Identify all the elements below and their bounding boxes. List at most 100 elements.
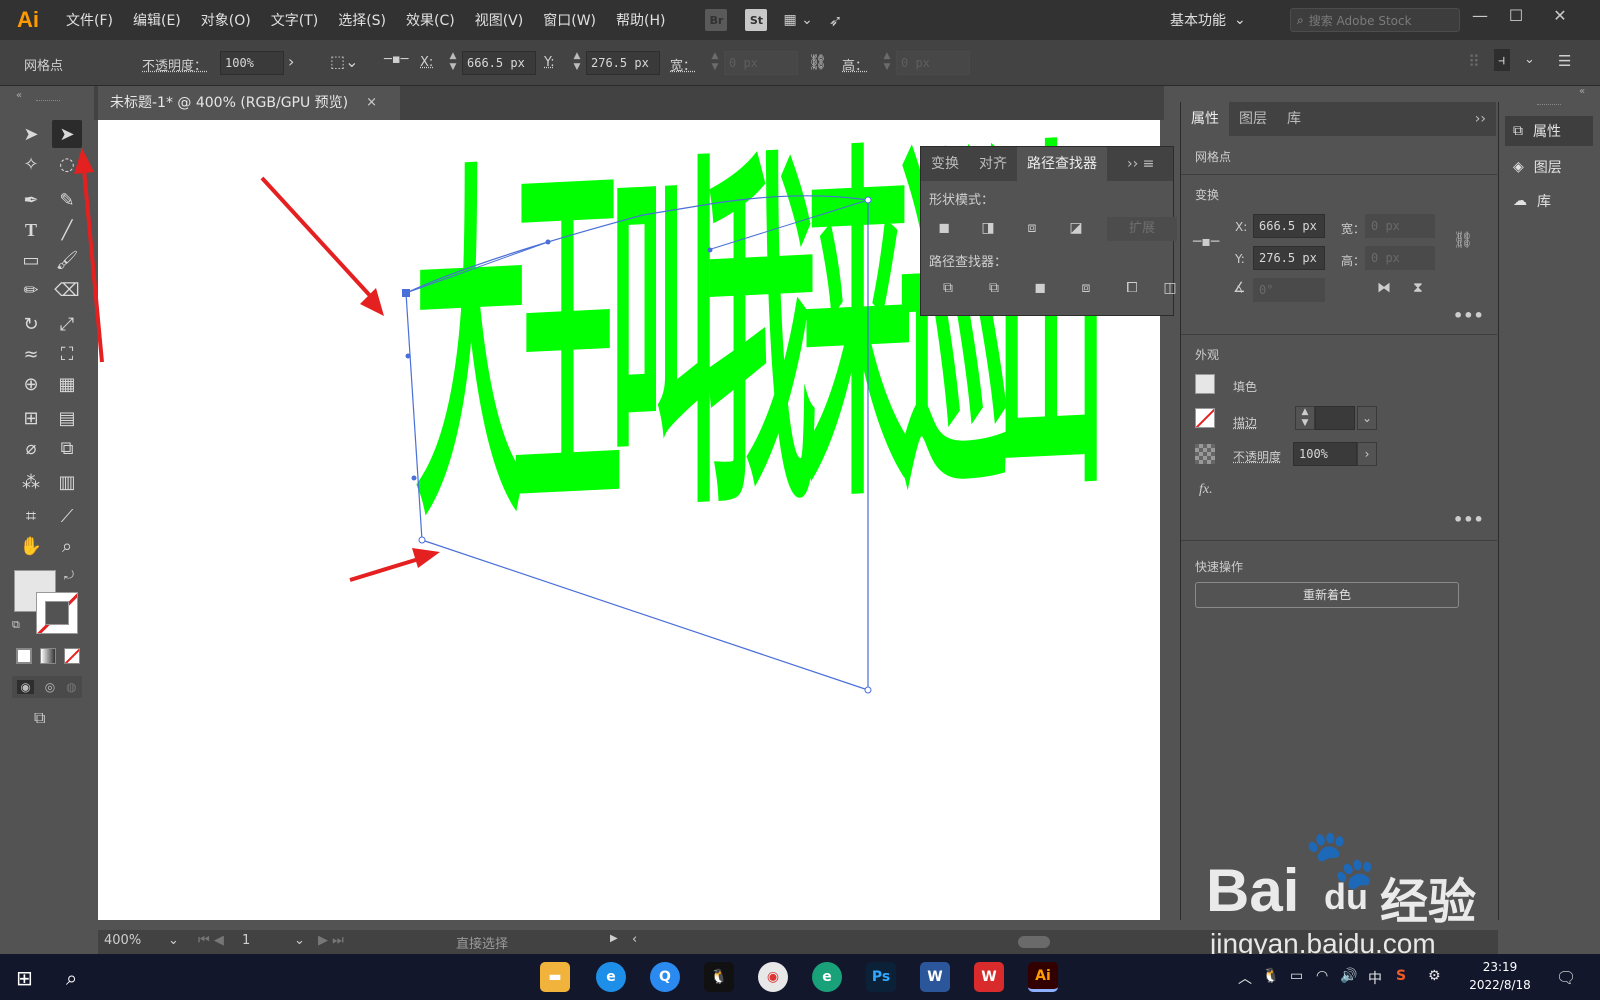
stock-icon[interactable]: St [745,9,768,31]
artboard-tool-icon[interactable]: ⌗ [16,502,46,530]
x-stepper[interactable]: ▲ ▼ [446,51,460,75]
panel-menu-icon[interactable]: ☰ [1558,52,1571,70]
perspective-grid-tool-icon[interactable]: ▦ [52,370,82,398]
pen-tool-icon[interactable]: ✒ [16,186,46,214]
sogou-ime-icon[interactable]: S [1396,968,1406,984]
angle-field[interactable]: 0° [1253,278,1325,302]
qq-tray-icon[interactable]: 🐧 [1262,968,1279,984]
grid-icon[interactable]: ⠿ [1468,52,1480,71]
selected-mesh-point[interactable] [402,289,410,297]
artboard-number[interactable]: 1 [242,933,250,948]
blend-tool-icon[interactable]: ⧉ [52,434,82,462]
tab-properties[interactable]: 属性 [1181,102,1229,136]
align-anchor-icon[interactable]: ─▪─ [384,52,408,67]
bridge-icon[interactable]: Br [705,9,728,31]
intersect-icon[interactable]: ⧈ [1021,217,1043,239]
none-mode-icon[interactable] [64,648,80,664]
magic-wand-icon[interactable]: ✧ [16,150,46,178]
fx-icon[interactable]: fx. [1199,482,1213,498]
height-stepper[interactable]: ▲ ▼ [880,51,894,75]
menu-file[interactable]: 文件(F) [56,10,123,30]
height-field[interactable]: 0 px [1365,246,1435,270]
opacity-label[interactable]: 不透明度 [1233,448,1281,465]
outline-icon[interactable]: ⧠ [1121,277,1143,299]
width-input[interactable]: 0 px [724,51,798,75]
stroke-weight-field[interactable] [1315,406,1355,430]
opacity-field[interactable]: 100% [1293,442,1357,466]
chevron-down-icon[interactable]: ⌄ [1357,406,1377,430]
width-tool-icon[interactable]: ≈ [16,340,46,368]
shape-builder-tool-icon[interactable]: ⊕ [16,370,46,398]
clock-date[interactable]: 2022/8/18 [1464,978,1536,992]
wifi-icon[interactable]: ◠ [1316,968,1328,984]
clock-time[interactable]: 23:19 [1472,960,1528,974]
menu-view[interactable]: 视图(V) [465,10,534,30]
gradient-mode-icon[interactable] [40,648,56,664]
more-options-icon[interactable]: ••• [1453,306,1484,325]
illustrator-taskbar-icon[interactable]: Ai [1028,962,1058,992]
file-explorer-icon[interactable]: ▬ [540,962,570,992]
dock-layers[interactable]: ◈ 图层 [1505,152,1593,182]
collapse-icon[interactable]: « [16,90,22,101]
windows-start-icon[interactable]: ⊞ [16,966,33,990]
workspace-switcher[interactable]: 基本功能 ⌄ [1170,8,1246,32]
opacity-label[interactable]: 不透明度： [142,55,207,74]
panel-collapse-icon[interactable]: ›› [1465,102,1496,136]
volume-icon[interactable]: 🔊 [1340,968,1357,984]
status-menu-icon[interactable]: ▶ [610,933,618,944]
height-input[interactable]: 0 px [896,51,970,75]
panel-expand-icon[interactable]: ›› ≡ [1107,147,1164,181]
mesh-tool-icon[interactable]: ⊞ [16,404,46,432]
dock-grip[interactable] [1537,104,1561,107]
rotate-tool-icon[interactable]: ↻ [16,310,46,338]
column-graph-tool-icon[interactable]: ▥ [52,468,82,496]
next-artboard-icon[interactable]: ▶ ⏭ [318,933,344,948]
x-input[interactable]: 666.5 px [462,51,536,75]
tab-pathfinder[interactable]: 路径查找器 [1017,147,1107,181]
trim-icon[interactable]: ⧉ [983,277,1005,299]
draw-normal-icon[interactable]: ◉ [17,680,34,694]
tab-align[interactable]: 对齐 [969,147,1017,181]
gradient-tool-icon[interactable]: ▤ [52,404,82,432]
constrain-proportions-icon[interactable]: ⛓ [1453,230,1473,249]
dock-libraries[interactable]: ☁ 库 [1505,186,1593,216]
opacity-input[interactable]: 100% [220,51,284,75]
minus-front-icon[interactable]: ◨ [977,217,999,239]
qq-browser-icon[interactable]: Q [650,962,680,992]
width-field[interactable]: 0 px [1365,214,1435,238]
exclude-icon[interactable]: ◪ [1065,217,1087,239]
minus-back-icon[interactable]: ◫ [1159,277,1181,299]
zoom-tool-icon[interactable]: ⌕ [52,532,82,560]
tab-layers[interactable]: 图层 [1229,102,1277,136]
chevron-down-icon[interactable]: ⌄ [1524,52,1535,67]
minimize-icon[interactable]: — [1466,6,1494,30]
flip-vertical-icon[interactable]: ⧗ [1413,280,1423,296]
x-field[interactable]: 666.5 px [1253,214,1325,238]
edge-icon[interactable]: e [812,962,842,992]
selection-tool-icon[interactable]: ➤ [16,120,46,148]
unite-icon[interactable]: ◼ [933,217,955,239]
transform-reference-icon[interactable]: ⬚⌄ [330,52,359,71]
y-field[interactable]: 276.5 px [1253,246,1325,270]
chevron-down-icon[interactable]: ⌄ [294,933,305,948]
more-options-icon[interactable]: ••• [1453,510,1484,529]
menu-help[interactable]: 帮助(H) [606,10,675,30]
drawing-modes[interactable]: ◉ ◎ ◍ [12,676,82,698]
rectangle-tool-icon[interactable]: ▭ [16,246,46,274]
stroke-swatch[interactable] [36,592,78,634]
notifications-icon[interactable]: 🗨 [1556,968,1576,987]
stroke-color-swatch[interactable] [1195,408,1215,428]
expand-button[interactable]: 扩展 [1107,217,1177,241]
maximize-icon[interactable]: ☐ [1502,6,1530,30]
color-mode-icon[interactable] [16,648,32,664]
document-tab[interactable]: 未标题-1* @ 400% (RGB/GPU 预览) × [98,86,400,120]
y-stepper[interactable]: ▲ ▼ [570,51,584,75]
photoshop-icon[interactable]: Ps [866,962,896,992]
shaper-tool-icon[interactable]: ✏ [16,276,46,304]
stroke-label[interactable]: 描边 [1233,414,1257,431]
flip-horizontal-icon[interactable]: ⧓ [1377,280,1391,296]
gpu-performance-icon[interactable]: ➶ [829,11,842,30]
merge-icon[interactable]: ◼ [1029,277,1051,299]
symbol-sprayer-tool-icon[interactable]: ⁂ [16,468,46,496]
panel-grip[interactable] [36,100,60,103]
